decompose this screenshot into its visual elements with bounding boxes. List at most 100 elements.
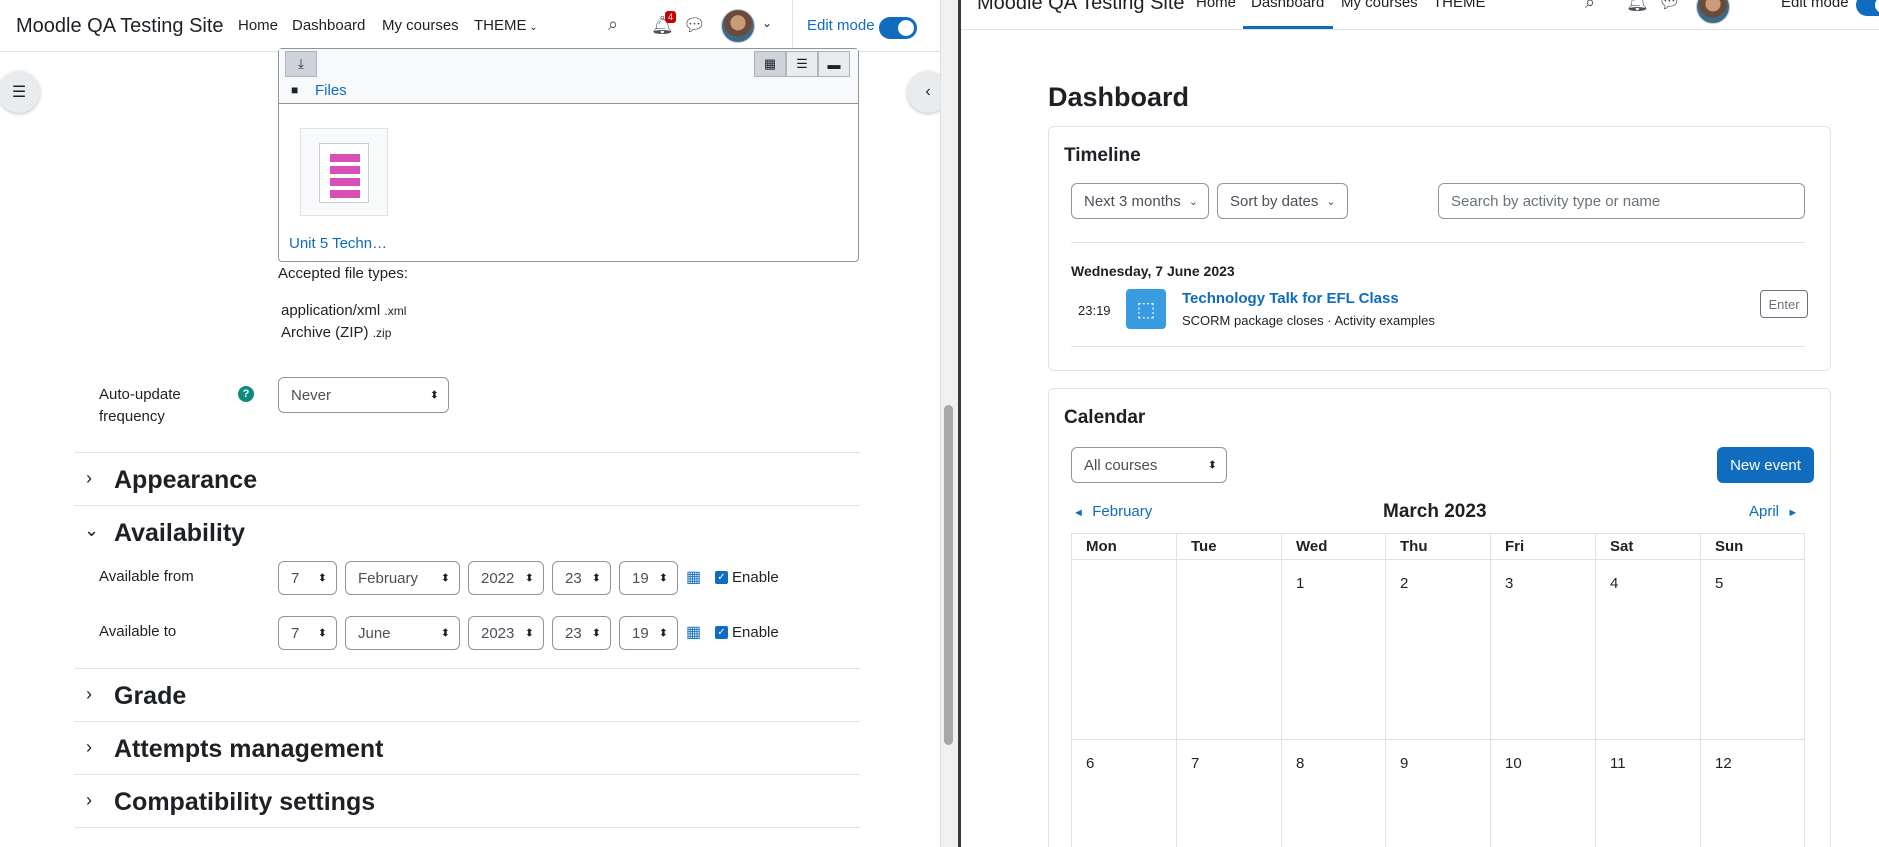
calendar-day[interactable]: 10 [1505, 755, 1522, 772]
calendar-icon[interactable]: ▦ [686, 567, 701, 587]
select-value: February [358, 569, 419, 587]
calendar-day[interactable]: 7 [1191, 755, 1199, 772]
to-year-select[interactable]: 2023 [468, 616, 544, 650]
section-grade[interactable]: Grade [114, 682, 186, 711]
to-enable-checkbox[interactable]: ✓ [715, 626, 728, 639]
new-event-button[interactable]: New event [1717, 447, 1814, 483]
calendar-day[interactable]: 5 [1715, 575, 1723, 592]
nav-theme[interactable]: THEME [1433, 0, 1486, 11]
section-attempts[interactable]: Attempts management [114, 735, 384, 764]
top-navbar: Moodle QA Testing Site Home Dashboard My… [0, 0, 940, 52]
type-ext: .xml [384, 304, 407, 318]
file-thumbnail[interactable] [300, 128, 388, 216]
scrollbar-thumb[interactable] [944, 405, 953, 745]
calendar-day[interactable]: 8 [1296, 755, 1304, 772]
nav-home[interactable]: Home [238, 17, 278, 34]
chevron-right-icon[interactable]: › [86, 790, 92, 811]
prev-month-link[interactable]: ◄ February [1073, 503, 1152, 520]
nav-my-courses[interactable]: My courses [1341, 0, 1418, 11]
site-brand[interactable]: Moodle QA Testing Site [16, 15, 224, 38]
chevron-left-icon: ‹ [925, 83, 931, 100]
divider [74, 721, 860, 722]
next-month-link[interactable]: April ► [1749, 503, 1798, 520]
download-icon[interactable]: ⤓ [285, 51, 317, 77]
divider [1071, 346, 1805, 347]
nav-dashboard[interactable]: Dashboard [292, 17, 365, 34]
from-minute-select[interactable]: 19 [619, 561, 678, 595]
event-title-link[interactable]: Technology Talk for EFL Class [1182, 290, 1399, 307]
accepted-type-zip: Archive (ZIP) .zip [281, 324, 391, 341]
nav-theme[interactable]: THEME ⌄ [474, 17, 538, 34]
calendar-day[interactable]: 12 [1715, 755, 1732, 772]
timeline-title: Timeline [1064, 145, 1141, 166]
search-placeholder: Search by activity type or name [1451, 192, 1661, 210]
to-day-select[interactable]: 7 [278, 616, 337, 650]
from-day-select[interactable]: 7 [278, 561, 337, 595]
help-icon[interactable]: ? [238, 386, 254, 402]
site-brand[interactable]: Moodle QA Testing Site [977, 0, 1185, 15]
calendar-day[interactable]: 6 [1086, 755, 1094, 772]
enter-button[interactable]: Enter [1760, 290, 1808, 318]
avatar[interactable] [721, 9, 755, 43]
divider [74, 774, 860, 775]
chat-icon[interactable]: 💬︎ [683, 15, 706, 36]
calendar-day[interactable]: 11 [1610, 755, 1626, 772]
list-view-icon[interactable]: ☰ [786, 51, 818, 77]
section-compatibility[interactable]: Compatibility settings [114, 788, 375, 817]
nav-home[interactable]: Home [1196, 0, 1236, 11]
search-icon[interactable]: ⌕ [1585, 0, 1595, 13]
nav-my-courses[interactable]: My courses [382, 17, 459, 34]
to-month-select[interactable]: June [345, 616, 460, 650]
divider [74, 668, 860, 669]
archive-stripe [330, 166, 360, 174]
edit-mode-toggle[interactable] [879, 17, 917, 39]
calendar-icon[interactable]: ▦ [686, 622, 701, 642]
grid-view-icon[interactable]: ▦ [754, 51, 786, 77]
section-availability[interactable]: Availability [114, 519, 245, 548]
calendar-day[interactable]: 1 [1296, 575, 1304, 592]
chat-icon[interactable]: 💬︎ [1658, 0, 1681, 13]
calendar-day[interactable]: 3 [1505, 575, 1513, 592]
file-name[interactable]: Unit 5 Techn… [289, 235, 387, 252]
to-hour-select[interactable]: 23 [552, 616, 611, 650]
auto-update-select[interactable]: Never [278, 377, 449, 413]
from-month-select[interactable]: February [345, 561, 460, 595]
chevron-down-icon[interactable]: ⌄ [762, 16, 772, 30]
grid-line [1071, 533, 1072, 847]
course-index-button[interactable]: ☰ [0, 71, 40, 113]
chevron-down-icon[interactable]: ⌄ [84, 520, 99, 541]
block-drawer-button[interactable]: ‹ [907, 71, 940, 113]
select-value: 19 [632, 569, 649, 587]
divider [1071, 242, 1805, 243]
search-icon[interactable]: ⌕ [608, 14, 618, 35]
edit-mode-toggle[interactable] [1856, 0, 1879, 16]
course-filter-select[interactable]: All courses [1071, 447, 1227, 483]
from-year-select[interactable]: 2022 [468, 561, 544, 595]
files-breadcrumb[interactable]: Files [315, 82, 347, 99]
chevron-right-icon[interactable]: › [86, 468, 92, 489]
event-time: 23:19 [1078, 303, 1111, 318]
bell-icon[interactable]: 🔔︎ [1626, 0, 1649, 13]
from-enable-checkbox[interactable]: ✓ [715, 571, 728, 584]
calendar-card: Calendar All courses New event ◄ Februar… [1048, 388, 1831, 847]
timeline-date: Wednesday, 7 June 2023 [1071, 263, 1235, 279]
calendar-day[interactable]: 9 [1400, 755, 1408, 772]
chevron-right-icon[interactable]: › [86, 737, 92, 758]
grid-line [1804, 533, 1805, 847]
right-pane: Moodle QA Testing Site Home Dashboard My… [961, 0, 1879, 847]
nav-dashboard[interactable]: Dashboard [1251, 0, 1324, 11]
to-minute-select[interactable]: 19 [619, 616, 678, 650]
folder-icon: ■ [291, 83, 299, 97]
timeline-sort-dropdown[interactable]: Sort by dates ⌄ [1217, 183, 1348, 219]
file-manager: ⤓ ▦ ☰ ▬ ■ Files Unit 5 Techn… [278, 48, 859, 262]
from-hour-select[interactable]: 23 [552, 561, 611, 595]
tree-view-icon[interactable]: ▬ [818, 51, 850, 77]
avatar[interactable] [1696, 0, 1730, 24]
triangle-right-icon: ► [1787, 507, 1799, 519]
section-appearance[interactable]: Appearance [114, 466, 257, 495]
calendar-day[interactable]: 2 [1400, 575, 1408, 592]
calendar-day[interactable]: 4 [1610, 575, 1618, 592]
timeline-search-input[interactable]: Search by activity type or name [1438, 183, 1805, 219]
timeline-range-dropdown[interactable]: Next 3 months ⌄ [1071, 183, 1209, 219]
chevron-right-icon[interactable]: › [86, 684, 92, 705]
